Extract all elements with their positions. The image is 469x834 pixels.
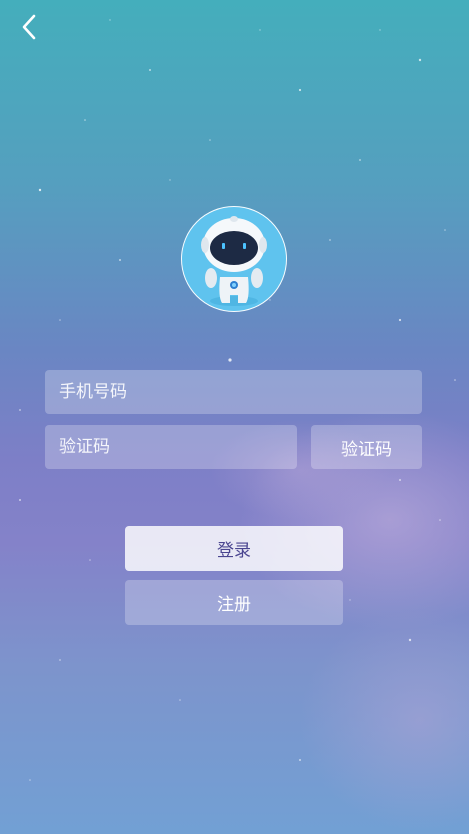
starry-background xyxy=(19,19,469,830)
robot-mascot-icon xyxy=(201,216,267,306)
code-field[interactable] xyxy=(45,425,297,469)
chevron-left-icon xyxy=(22,14,36,40)
login-button[interactable]: 登录 xyxy=(125,526,343,571)
code-input[interactable] xyxy=(45,425,297,469)
register-button[interactable]: 注册 xyxy=(125,580,343,625)
phone-field[interactable] xyxy=(45,370,422,414)
login-screen: 验证码 登录 注册 xyxy=(0,0,469,834)
phone-input[interactable] xyxy=(45,370,422,414)
avatar xyxy=(181,206,287,312)
get-code-button[interactable]: 验证码 xyxy=(311,425,422,469)
back-button[interactable] xyxy=(12,10,46,44)
